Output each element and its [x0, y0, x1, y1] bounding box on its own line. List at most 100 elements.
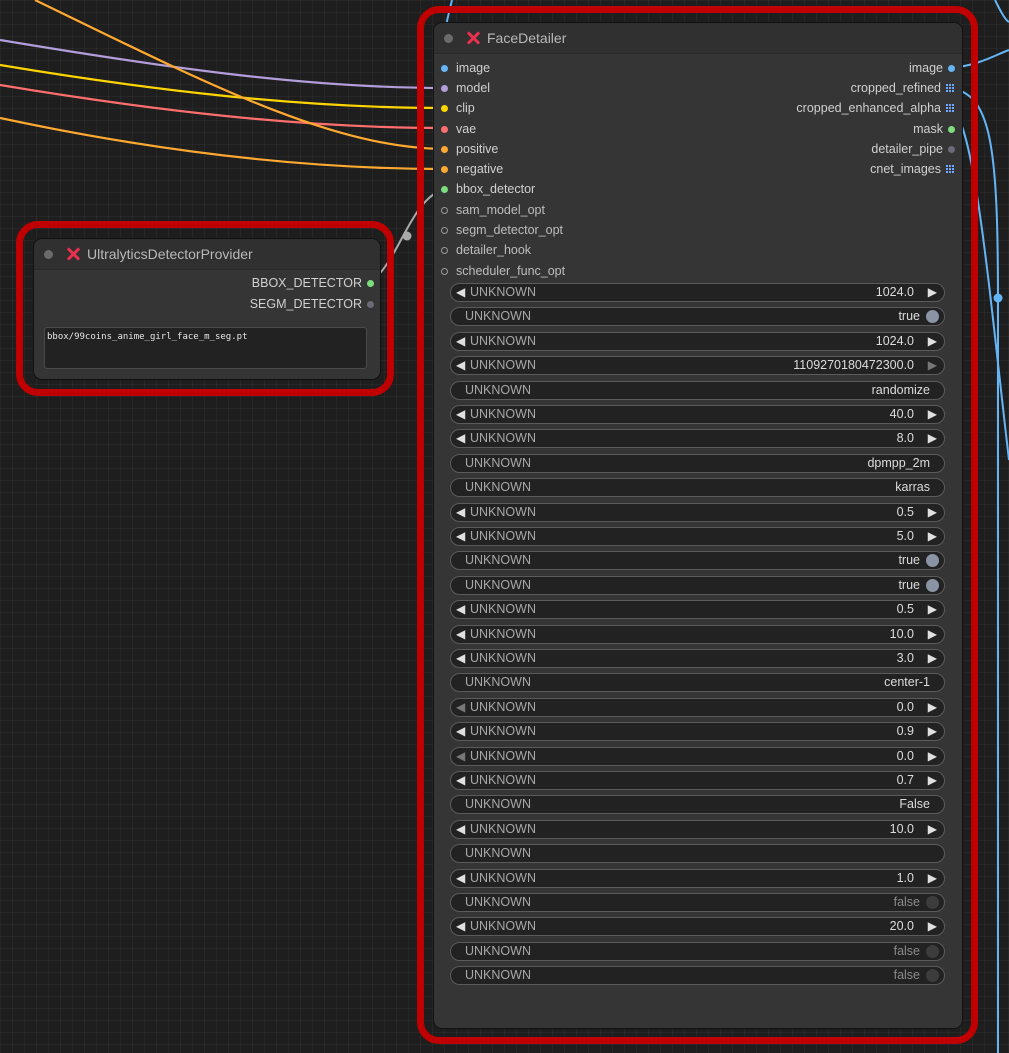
decrement-arrow-icon[interactable]: ◀	[456, 870, 465, 887]
input-segm-detector-opt[interactable]: segm_detector_opt	[441, 221, 563, 239]
input-detailer-hook[interactable]: detailer_hook	[441, 241, 531, 259]
increment-arrow-icon[interactable]: ▶	[928, 504, 937, 521]
decrement-arrow-icon[interactable]: ◀	[456, 284, 465, 301]
widget-number-13[interactable]: ◀ UNKNOWN 0.5 ▶	[450, 600, 945, 620]
increment-arrow-icon[interactable]: ▶	[928, 699, 937, 716]
model-name-field[interactable]: bbox/99coins_anime_girl_face_m_seg.pt	[44, 327, 367, 369]
close-x-icon[interactable]	[65, 246, 81, 262]
widget-number-0[interactable]: ◀ UNKNOWN 1024.0 ▶	[450, 283, 945, 302]
toggle-knob-icon[interactable]	[926, 896, 939, 909]
widget-combo-8[interactable]: UNKNOWN karras	[450, 478, 945, 498]
toggle-knob-icon[interactable]	[926, 578, 939, 592]
decrement-arrow-icon[interactable]: ◀	[456, 650, 465, 667]
widget-toggle-11[interactable]: UNKNOWN true	[450, 551, 945, 571]
toggle-knob-icon[interactable]	[926, 944, 939, 958]
increment-arrow-icon[interactable]: ▶	[928, 626, 937, 643]
widget-toggle-12[interactable]: UNKNOWN true	[450, 575, 945, 595]
output-segm-detector[interactable]: SEGM_DETECTOR	[250, 295, 374, 313]
widget-number-24[interactable]: ◀ UNKNOWN 1.0 ▶	[450, 868, 945, 888]
decrement-arrow-icon[interactable]: ◀	[456, 821, 465, 838]
widget-combo-23[interactable]: UNKNOWN	[450, 844, 945, 864]
increment-arrow-icon[interactable]: ▶	[928, 284, 937, 301]
increment-arrow-icon[interactable]: ▶	[928, 357, 937, 374]
output-cropped-enhanced-alpha[interactable]: cropped_enhanced_alpha	[796, 99, 955, 117]
vae-input-dot-icon[interactable]	[441, 125, 448, 133]
widget-toggle-27[interactable]: UNKNOWN false	[450, 941, 945, 961]
mask-output-dot-icon[interactable]	[948, 125, 955, 133]
output-image[interactable]: image	[909, 59, 955, 77]
negative-input-dot-icon[interactable]	[441, 165, 448, 173]
node-header[interactable]: FaceDetailer	[434, 23, 962, 54]
increment-arrow-icon[interactable]: ▶	[928, 772, 937, 789]
input-bbox-detector[interactable]: bbox_detector	[441, 180, 535, 198]
increment-arrow-icon[interactable]: ▶	[928, 723, 937, 740]
decrement-arrow-icon[interactable]: ◀	[456, 626, 465, 643]
decrement-arrow-icon[interactable]: ◀	[456, 333, 465, 350]
list-output-grid-icon[interactable]	[946, 103, 955, 113]
decrement-arrow-icon[interactable]: ◀	[456, 406, 465, 423]
widget-number-17[interactable]: ◀ UNKNOWN 0.0 ▶	[450, 697, 945, 717]
decrement-arrow-icon[interactable]: ◀	[456, 601, 465, 618]
widget-toggle-1[interactable]: UNKNOWN true	[450, 307, 945, 327]
sam-input-dot-icon[interactable]	[441, 206, 448, 214]
increment-arrow-icon[interactable]: ▶	[928, 528, 937, 545]
widget-number-6[interactable]: ◀ UNKNOWN 8.0 ▶	[450, 429, 945, 449]
widget-toggle-28[interactable]: UNKNOWN false	[450, 966, 945, 986]
input-model[interactable]: model	[441, 79, 490, 97]
decrement-arrow-icon[interactable]: ◀	[456, 357, 465, 374]
widget-number-19[interactable]: ◀ UNKNOWN 0.0 ▶	[450, 746, 945, 766]
input-vae[interactable]: vae	[441, 120, 476, 138]
positive-input-dot-icon[interactable]	[441, 145, 448, 153]
input-positive[interactable]: positive	[441, 140, 498, 158]
input-image[interactable]: image	[441, 59, 490, 77]
widget-number-3[interactable]: ◀ UNKNOWN 1109270180472300.0 ▶	[450, 356, 945, 376]
input-scheduler-func-opt[interactable]: scheduler_func_opt	[441, 262, 565, 280]
increment-arrow-icon[interactable]: ▶	[928, 748, 937, 765]
widget-number-14[interactable]: ◀ UNKNOWN 10.0 ▶	[450, 624, 945, 644]
decrement-arrow-icon[interactable]: ◀	[456, 723, 465, 740]
widget-number-20[interactable]: ◀ UNKNOWN 0.7 ▶	[450, 771, 945, 790]
increment-arrow-icon[interactable]: ▶	[928, 650, 937, 667]
increment-arrow-icon[interactable]: ▶	[928, 406, 937, 423]
widget-combo-7[interactable]: UNKNOWN dpmpp_2m	[450, 453, 945, 473]
collapse-dot-icon[interactable]	[444, 33, 453, 43]
bbox-input-dot-icon[interactable]	[441, 185, 448, 193]
decrement-arrow-icon[interactable]: ◀	[456, 699, 465, 716]
collapse-dot-icon[interactable]	[44, 249, 53, 259]
decrement-arrow-icon[interactable]: ◀	[456, 528, 465, 545]
output-bbox-detector[interactable]: BBOX_DETECTOR	[252, 274, 374, 292]
increment-arrow-icon[interactable]: ▶	[928, 918, 937, 935]
decrement-arrow-icon[interactable]: ◀	[456, 504, 465, 521]
widget-number-26[interactable]: ◀ UNKNOWN 20.0 ▶	[450, 917, 945, 937]
widget-toggle-25[interactable]: UNKNOWN false	[450, 893, 945, 912]
image-input-dot-icon[interactable]	[441, 64, 448, 72]
decrement-arrow-icon[interactable]: ◀	[456, 772, 465, 789]
list-output-grid-icon[interactable]	[946, 164, 955, 174]
output-mask[interactable]: mask	[913, 120, 955, 138]
widget-number-2[interactable]: ◀ UNKNOWN 1024.0 ▶	[450, 331, 945, 351]
widget-number-15[interactable]: ◀ UNKNOWN 3.0 ▶	[450, 649, 945, 668]
toggle-knob-icon[interactable]	[926, 310, 939, 324]
bbox-output-dot-icon[interactable]	[367, 279, 374, 287]
close-x-icon[interactable]	[465, 30, 481, 46]
increment-arrow-icon[interactable]: ▶	[928, 870, 937, 887]
pipe-output-dot-icon[interactable]	[948, 145, 955, 153]
decrement-arrow-icon[interactable]: ◀	[456, 748, 465, 765]
widget-combo-21[interactable]: UNKNOWN False	[450, 795, 945, 815]
widget-number-10[interactable]: ◀ UNKNOWN 5.0 ▶	[450, 527, 945, 546]
widget-number-9[interactable]: ◀ UNKNOWN 0.5 ▶	[450, 502, 945, 522]
increment-arrow-icon[interactable]: ▶	[928, 821, 937, 838]
output-detailer-pipe[interactable]: detailer_pipe	[871, 140, 955, 158]
widget-number-5[interactable]: ◀ UNKNOWN 40.0 ▶	[450, 405, 945, 424]
widget-number-18[interactable]: ◀ UNKNOWN 0.9 ▶	[450, 722, 945, 742]
decrement-arrow-icon[interactable]: ◀	[456, 918, 465, 935]
image-output-dot-icon[interactable]	[948, 64, 955, 72]
output-cnet-images[interactable]: cnet_images	[870, 160, 955, 178]
input-clip[interactable]: clip	[441, 99, 475, 117]
widget-combo-4[interactable]: UNKNOWN randomize	[450, 380, 945, 400]
toggle-knob-icon[interactable]	[926, 969, 939, 983]
input-sam-model-opt[interactable]: sam_model_opt	[441, 201, 545, 219]
model-input-dot-icon[interactable]	[441, 84, 448, 92]
increment-arrow-icon[interactable]: ▶	[928, 430, 937, 447]
increment-arrow-icon[interactable]: ▶	[928, 333, 937, 350]
